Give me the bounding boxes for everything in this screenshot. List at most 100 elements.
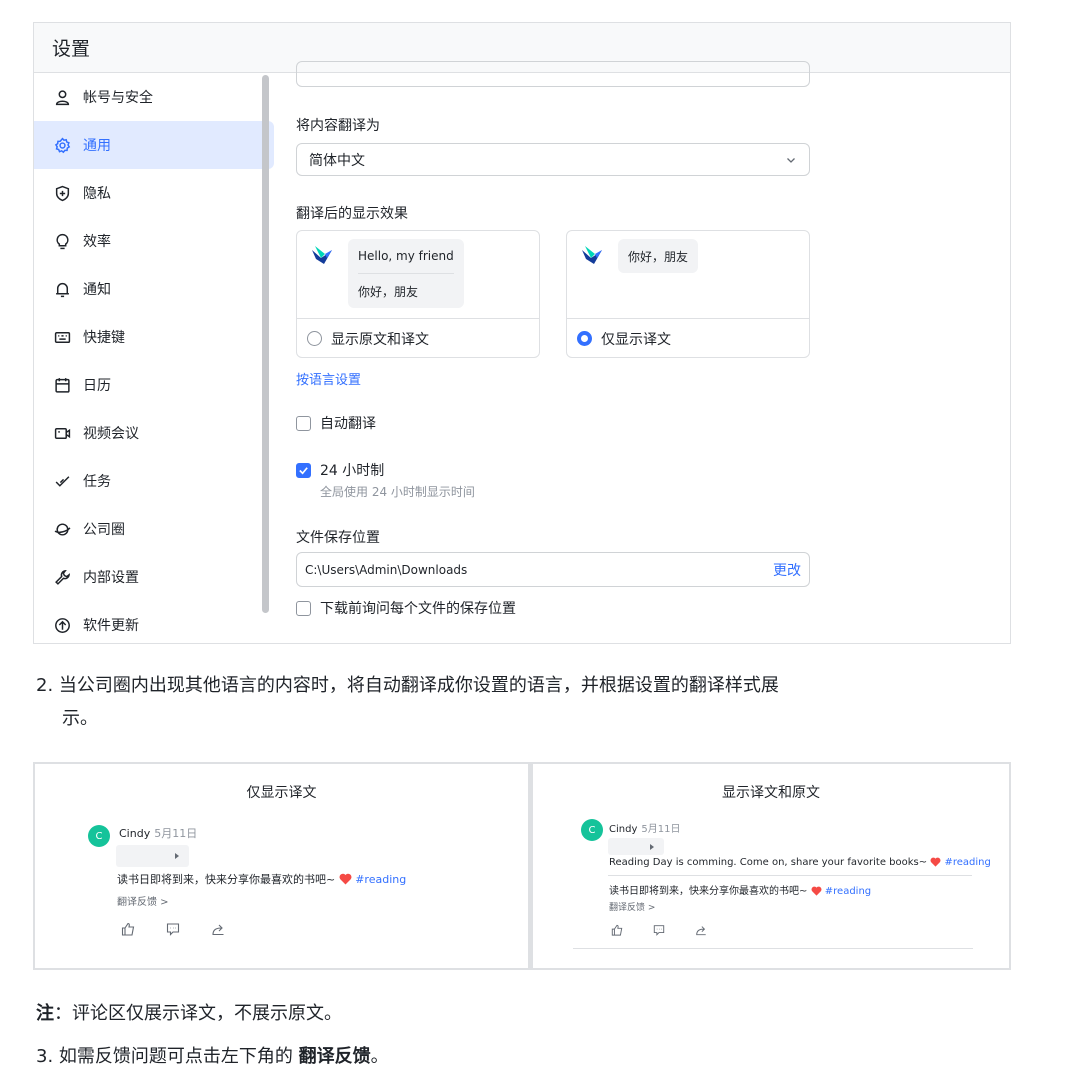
task-icon [55, 475, 70, 487]
sidebar-item-label: 内部设置 [83, 570, 139, 586]
ask-each-row[interactable]: 下载前询问每个文件的保存位置 [296, 598, 516, 618]
post-bottom-divider [573, 948, 973, 949]
post-actions [611, 924, 738, 936]
step3-text: 3. 如需反馈问题可点击左下角的 [36, 1046, 299, 1067]
example-translation-only: 仅显示译文 C Cindy 5月11日 读书日即将到来，快来分享你最喜欢的书吧~ … [35, 764, 533, 968]
media-placeholder[interactable] [608, 838, 664, 855]
display-effect-label: 翻译后的显示效果 [296, 206, 408, 222]
display-option-both-label: 显示原文和译文 [331, 331, 429, 348]
sidebar-item-label: 软件更新 [83, 618, 139, 634]
language-settings-link[interactable]: 按语言设置 [296, 369, 361, 388]
message-bubble: 你好，朋友 [618, 239, 699, 273]
hour24-checkbox[interactable] [296, 462, 311, 478]
post-translated-text: 读书日即将到来，快来分享你最喜欢的书吧~ #reading [609, 882, 871, 897]
heart-icon [930, 857, 941, 867]
sidebar-item-label: 任务 [83, 474, 111, 490]
share-icon[interactable] [695, 924, 707, 936]
sidebar-item-account[interactable]: 帐号与安全 [34, 73, 274, 121]
post-date: 5月11日 [641, 824, 681, 835]
general-settings-panel: 将内容翻译为 简体中文 翻译后的显示效果 Hello, my friend 你好… [296, 61, 1010, 643]
comment-icon[interactable] [166, 922, 180, 936]
note-bold: 注 [36, 1003, 54, 1024]
step3-bold: 翻译反馈 [298, 1046, 371, 1067]
auto-translate-checkbox[interactable] [296, 415, 311, 431]
planet-icon [54, 522, 71, 536]
bubble-translated-text: 你好，朋友 [358, 284, 419, 299]
display-option-translation[interactable]: 仅显示译文 [567, 319, 809, 357]
step3-end: 。 [370, 1046, 389, 1067]
sidebar-item-label: 隐私 [83, 186, 111, 202]
note-text: ：评论区仅展示译文，不展示原文。 [54, 1003, 342, 1024]
like-icon[interactable] [121, 922, 135, 936]
truncated-field [296, 61, 810, 87]
sidebar-item-meeting[interactable]: 视频会议 [34, 409, 274, 457]
like-icon[interactable] [611, 924, 623, 936]
translation-feedback-link[interactable]: 翻译反馈 > [117, 893, 169, 908]
bubble-translated-text: 你好，朋友 [628, 249, 689, 264]
auto-translate-row[interactable]: 自动翻译 [296, 413, 376, 433]
sidebar-item-moments[interactable]: 公司圈 [34, 505, 274, 553]
hour24-label: 24 小时制 [320, 463, 385, 479]
author-name: Cindy [119, 827, 151, 840]
keyboard-icon [54, 331, 71, 343]
preview-area: Hello, my friend 你好，朋友 [297, 231, 539, 319]
chevron-down-icon [787, 157, 795, 163]
video-icon [54, 427, 71, 439]
share-icon[interactable] [211, 922, 225, 936]
post-text: 读书日即将到来，快来分享你最喜欢的书吧~ [609, 886, 808, 897]
sidebar-item-shortcuts[interactable]: 快捷键 [34, 313, 274, 361]
example-translation-and-original: 显示译文和原文 C Cindy 5月11日 Reading Day is comm… [533, 764, 1009, 968]
sidebar-scrollbar[interactable] [262, 75, 269, 613]
sidebar-item-label: 通用 [83, 138, 111, 154]
display-option-translation-label: 仅显示译文 [601, 331, 671, 348]
post-translated-text: 读书日即将到来，快来分享你最喜欢的书吧~ #reading [117, 871, 406, 887]
message-bubble: Hello, my friend 你好，朋友 [348, 239, 464, 308]
post-date: 5月11日 [154, 827, 198, 840]
app-logo-icon [582, 246, 602, 264]
wrench-icon [55, 569, 71, 585]
radio-button[interactable] [307, 331, 322, 346]
post-text: 读书日即将到来，快来分享你最喜欢的书吧~ [117, 873, 336, 886]
sidebar-item-label: 通知 [83, 282, 111, 298]
sidebar-item-privacy[interactable]: 隐私 [34, 169, 274, 217]
step2-line1: 2. 当公司圈内出现其他语言的内容时，将自动翻译成你设置的语言，并根据设置的翻译… [36, 675, 779, 696]
sidebar-item-calendar[interactable]: 日历 [34, 361, 274, 409]
post-original-text: Reading Day is comming. Come on, share y… [609, 857, 991, 868]
translate-language-select[interactable]: 简体中文 [296, 143, 810, 176]
settings-sidebar: 帐号与安全 通用 隐私 效率 通知 快捷键 日历 视频会议 任务 公司圈 内部设… [34, 73, 274, 643]
display-option-both[interactable]: 显示原文和译文 [297, 319, 539, 357]
sidebar-item-label: 日历 [83, 378, 111, 394]
comment-icon[interactable] [653, 924, 665, 936]
hour24-row[interactable]: 24 小时制 [296, 460, 384, 480]
display-option-translation-card[interactable]: 你好，朋友 仅显示译文 [566, 230, 810, 358]
display-option-both-card[interactable]: Hello, my friend 你好，朋友 显示原文和译文 [296, 230, 540, 358]
update-icon [55, 617, 70, 633]
translation-feedback-link[interactable]: 翻译反馈 > [609, 900, 655, 913]
post-hashtag[interactable]: #reading [355, 873, 406, 886]
radio-button-selected[interactable] [577, 331, 592, 346]
sidebar-item-tasks[interactable]: 任务 [34, 457, 274, 505]
avatar: C [581, 819, 603, 841]
preview-area: 你好，朋友 [567, 231, 809, 319]
media-placeholder[interactable] [116, 845, 189, 867]
ask-each-label: 下载前询问每个文件的保存位置 [320, 601, 516, 617]
author-name: Cindy [609, 824, 638, 835]
translate-language-value: 简体中文 [309, 152, 365, 169]
auto-translate-label: 自动翻译 [320, 416, 376, 432]
translate-target-label: 将内容翻译为 [296, 118, 380, 134]
shield-icon [55, 185, 70, 201]
bell-icon [56, 282, 69, 297]
post-actions [121, 922, 256, 936]
ask-each-checkbox[interactable] [296, 600, 311, 616]
post-hashtag[interactable]: #reading [945, 857, 991, 868]
settings-window: 设置 帐号与安全 通用 隐私 效率 通知 快捷键 日历 视频会议 任务 公司圈 … [33, 22, 1011, 644]
lightbulb-icon [56, 233, 69, 249]
sidebar-item-general[interactable]: 通用 [34, 121, 274, 169]
sidebar-item-update[interactable]: 软件更新 [34, 601, 274, 643]
post-hashtag[interactable]: #reading [825, 886, 871, 897]
sidebar-item-efficiency[interactable]: 效率 [34, 217, 274, 265]
change-path-button[interactable]: 更改 [773, 560, 801, 580]
post-author: Cindy 5月11日 [119, 825, 197, 841]
sidebar-item-internal[interactable]: 内部设置 [34, 553, 274, 601]
sidebar-item-notification[interactable]: 通知 [34, 265, 274, 313]
